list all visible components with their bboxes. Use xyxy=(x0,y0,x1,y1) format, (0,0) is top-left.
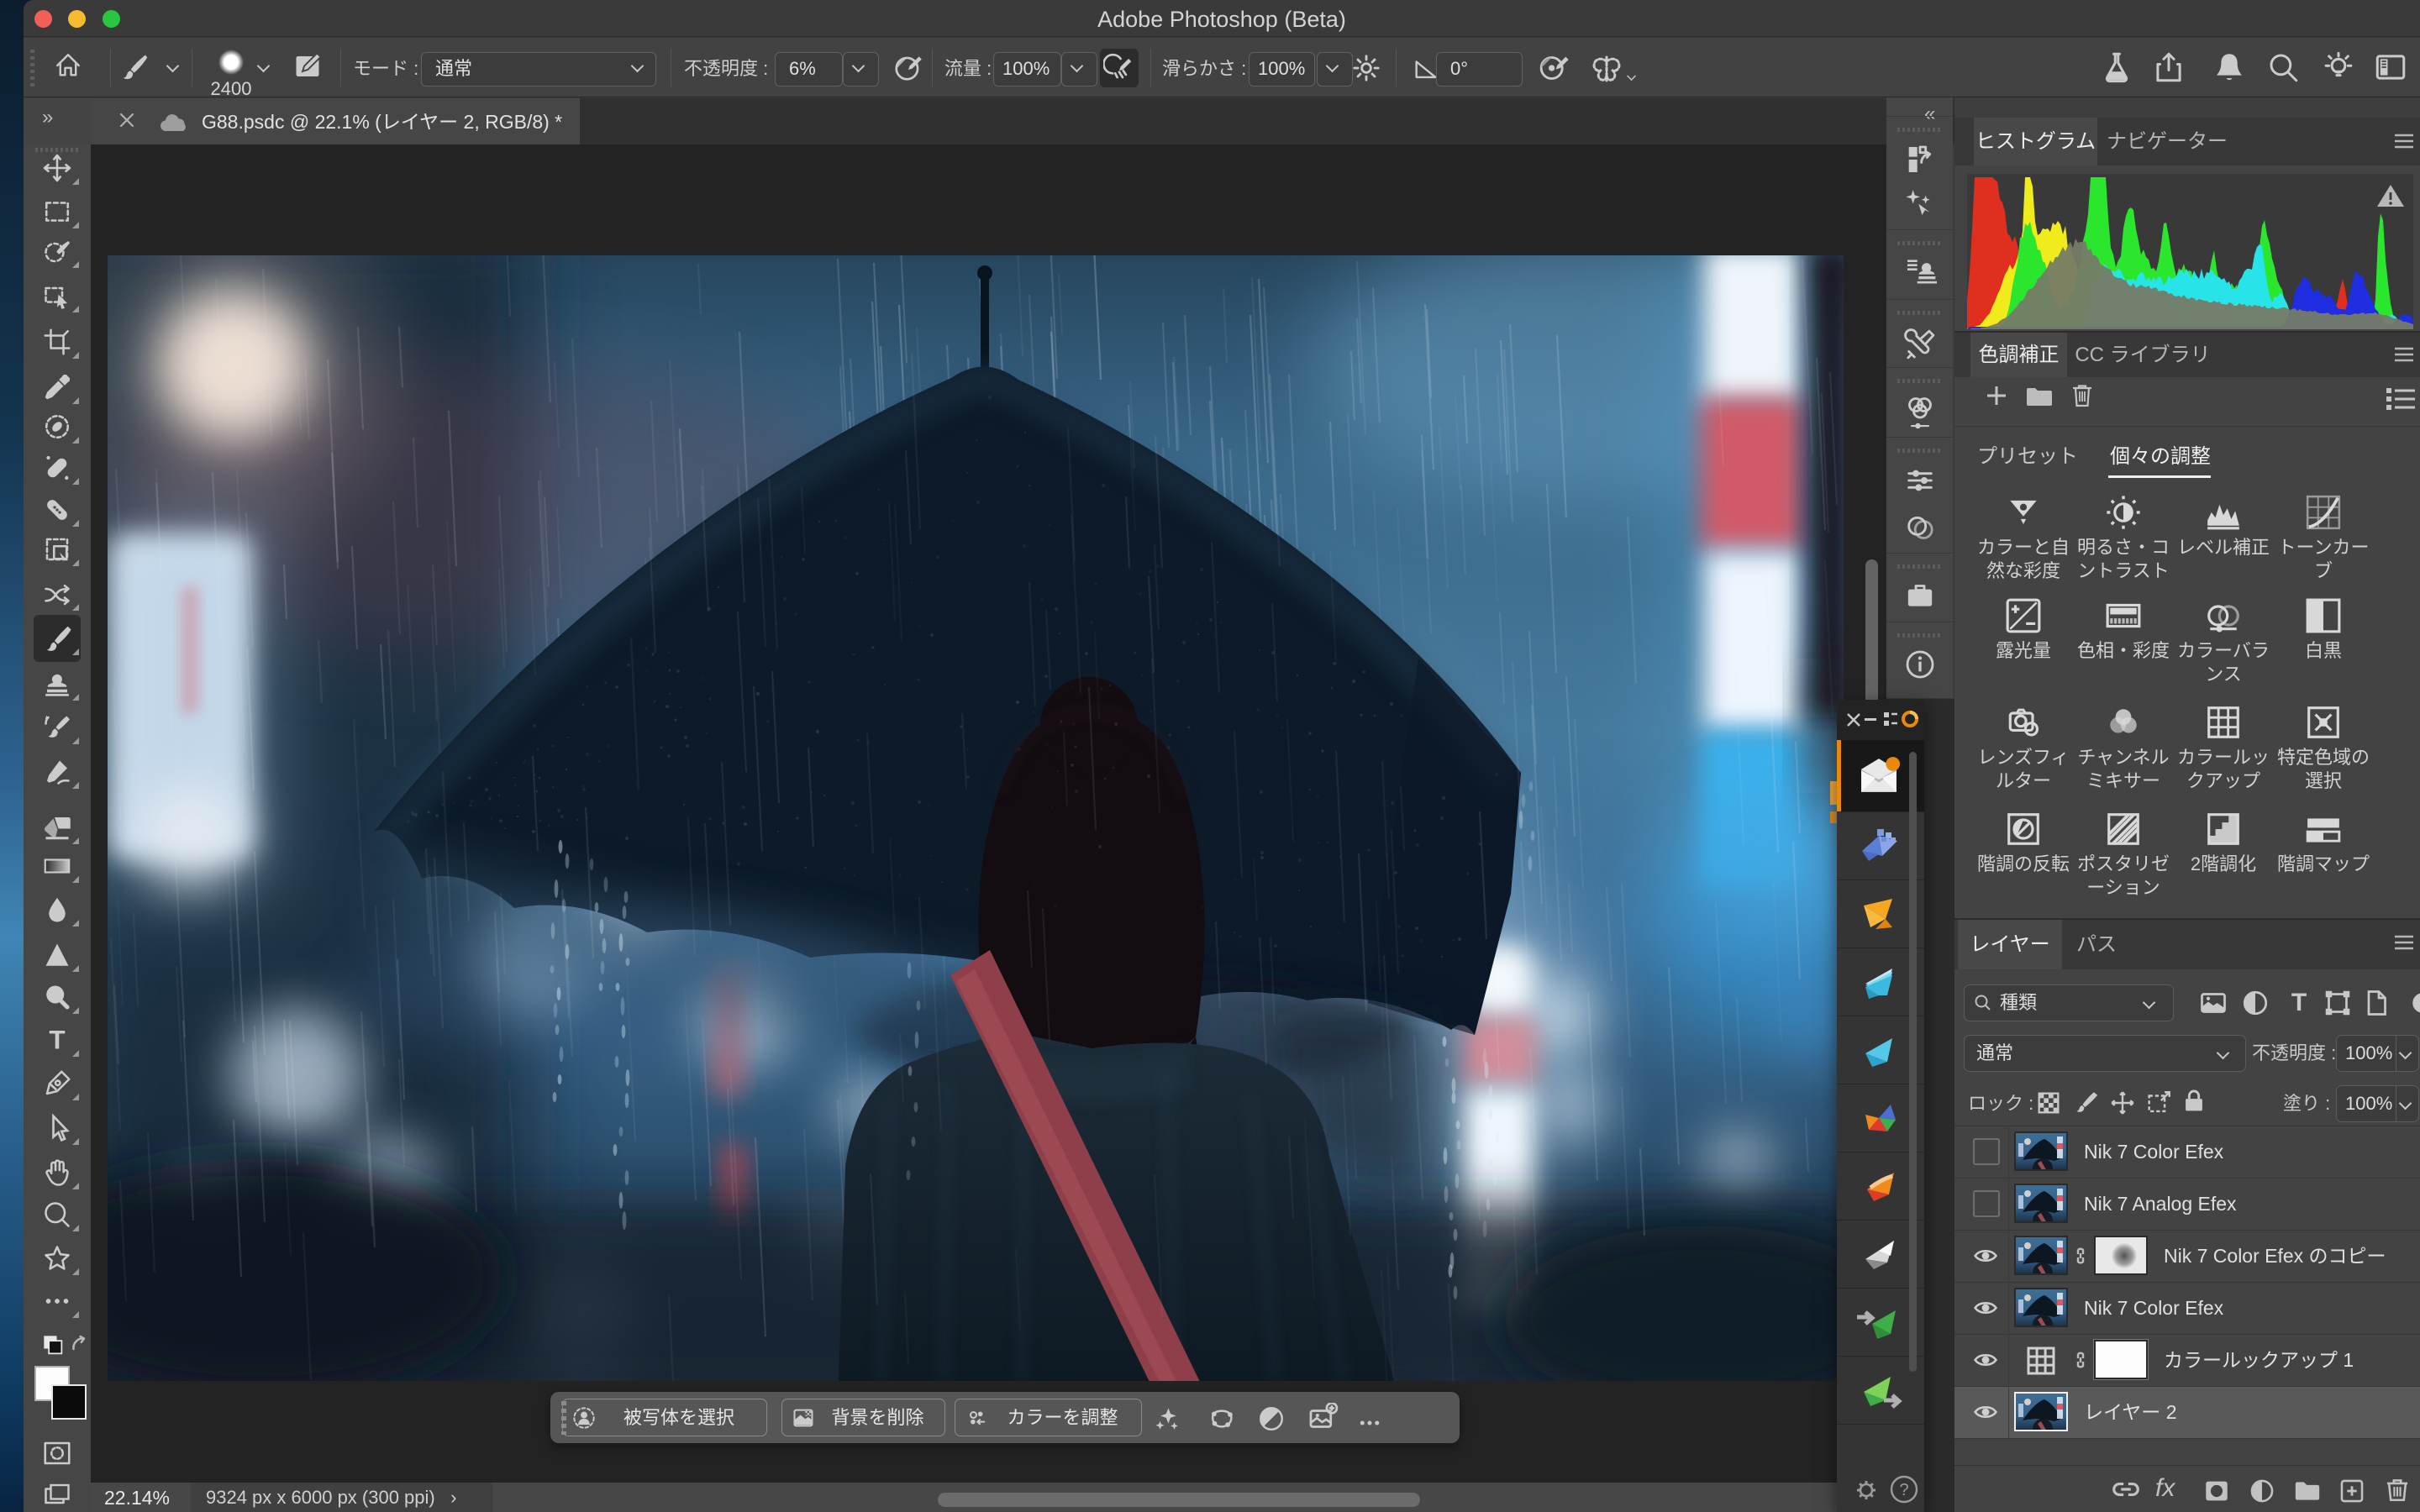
svg-text:?: ? xyxy=(1899,1481,1908,1499)
svg-text:T: T xyxy=(49,1025,65,1055)
